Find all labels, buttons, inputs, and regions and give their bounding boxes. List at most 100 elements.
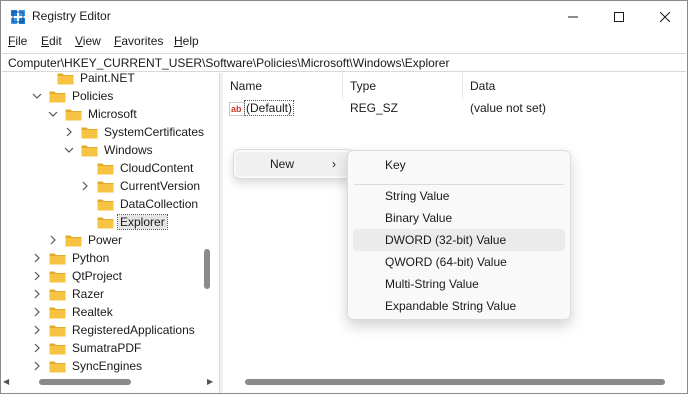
submenu-item-multi-string-value[interactable]: Multi-String Value <box>353 273 565 295</box>
close-button[interactable] <box>642 1 687 32</box>
menu-favorites[interactable]: Favorites <box>114 34 163 48</box>
tree-item-razer[interactable]: Razer <box>31 285 106 303</box>
list-horizontal-scrollbar[interactable] <box>223 373 687 389</box>
tree-item-realtek[interactable]: Realtek <box>31 303 115 321</box>
menu-item-new[interactable]: New › <box>236 152 348 176</box>
submenu-item-label: DWORD (32-bit) Value <box>385 233 507 247</box>
chevron-down-icon[interactable] <box>31 90 43 102</box>
menu-file[interactable]: File <box>8 34 27 48</box>
tree-item-label: Policies <box>72 89 114 103</box>
tree-item-datacollection[interactable]: DataCollection <box>79 195 200 213</box>
submenu-item-label: String Value <box>385 189 450 203</box>
tree-item-python[interactable]: Python <box>31 249 111 267</box>
tree-item-label: RegisteredApplications <box>72 323 195 337</box>
tree-item-qtproject[interactable]: QtProject <box>31 267 124 285</box>
address-bar[interactable]: Computer\HKEY_CURRENT_USER\Software\Poli… <box>2 53 686 72</box>
tree-spacer <box>39 73 51 84</box>
chevron-right-icon[interactable] <box>31 288 43 300</box>
chevron-right-icon[interactable] <box>31 252 43 264</box>
folder-icon <box>49 253 66 264</box>
menu-view[interactable]: View <box>75 34 101 48</box>
tree-item-paint-net[interactable]: Paint.NET <box>39 73 137 87</box>
tree-item-label: QtProject <box>72 269 123 283</box>
registry-app-icon <box>11 10 25 24</box>
maximize-button[interactable] <box>596 1 642 32</box>
tree-item-sumatrapdf[interactable]: SumatraPDF <box>31 339 143 357</box>
close-icon <box>660 11 670 22</box>
tree-item-currentversion[interactable]: CurrentVersion <box>79 177 202 195</box>
submenu-item-label: Binary Value <box>385 211 453 225</box>
minimize-button[interactable] <box>550 1 596 32</box>
tree-item-label: Windows <box>104 143 153 157</box>
chevron-right-icon[interactable] <box>31 360 43 372</box>
new-submenu: Key String Value Binary Value DWORD (32-bi… <box>347 150 571 320</box>
tree-item-label: CloudContent <box>120 161 194 175</box>
chevron-right-icon[interactable] <box>47 234 59 246</box>
chevron-right-icon[interactable] <box>63 126 75 138</box>
folder-icon <box>81 127 98 138</box>
tree-item-power[interactable]: Power <box>47 231 124 249</box>
menu-edit[interactable]: Edit <box>41 34 62 48</box>
folder-icon <box>65 235 82 246</box>
submenu-item-qword-64-bit-value[interactable]: QWORD (64-bit) Value <box>353 251 565 273</box>
chevron-down-icon[interactable] <box>47 108 59 120</box>
tree-item-registeredapplications[interactable]: RegisteredApplications <box>31 321 197 339</box>
tree-item-label: Power <box>88 233 123 247</box>
chevron-right-icon[interactable] <box>31 270 43 282</box>
folder-icon <box>97 163 114 174</box>
menu-bar: File Edit View Favorites Help <box>1 32 687 52</box>
folder-icon <box>49 91 66 102</box>
tree-item-microsoft[interactable]: Microsoft <box>47 105 139 123</box>
folder-icon <box>65 109 82 120</box>
tree-spacer <box>79 162 91 174</box>
list-horizontal-scroll-thumb[interactable] <box>245 379 665 385</box>
chevron-right-icon[interactable] <box>31 324 43 336</box>
context-menu: New › <box>233 149 353 179</box>
tree-item-label: Paint.NET <box>80 73 135 85</box>
value-data: (value not set) <box>470 101 547 115</box>
submenu-item-expandable-string-value[interactable]: Expandable String Value <box>353 295 565 317</box>
tree-vertical-scrollbar[interactable] <box>203 73 211 369</box>
scroll-left-icon[interactable]: ◀ <box>3 377 9 386</box>
chevron-right-icon[interactable] <box>31 306 43 318</box>
tree-vertical-scroll-thumb[interactable] <box>204 249 210 289</box>
maximize-icon <box>614 11 624 22</box>
folder-icon <box>49 325 66 336</box>
menu-help[interactable]: Help <box>174 34 199 48</box>
scroll-right-icon[interactable]: ▶ <box>207 377 213 386</box>
tree-item-cloudcontent[interactable]: CloudContent <box>79 159 195 177</box>
tree-item-policies[interactable]: Policies <box>31 87 115 105</box>
folder-icon <box>97 217 114 228</box>
column-header-type[interactable]: Type <box>343 73 463 99</box>
value-row-default[interactable]: ab (Default) REG_SZ (value not set) <box>223 99 687 119</box>
tree-item-label: SystemCertificates <box>104 125 205 139</box>
column-header-name[interactable]: Name <box>223 73 343 99</box>
submenu-item-string-value[interactable]: String Value <box>353 185 565 207</box>
chevron-right-icon[interactable] <box>31 342 43 354</box>
tree-item-label: Razer <box>72 287 105 301</box>
tree-spacer <box>79 198 91 210</box>
submenu-item-dword-32-bit-value[interactable]: DWORD (32-bit) Value <box>353 229 565 251</box>
tree-horizontal-scrollbar[interactable]: ◀ ▶ <box>1 373 219 389</box>
folder-icon <box>97 181 114 192</box>
submenu-item-key[interactable]: Key <box>353 154 565 176</box>
chevron-down-icon[interactable] <box>63 144 75 156</box>
menu-item-new-label: New <box>270 157 295 171</box>
chevron-right-icon[interactable] <box>79 180 91 192</box>
title-bar: Registry Editor <box>1 1 687 32</box>
submenu-item-label: Expandable String Value <box>385 299 517 313</box>
value-name: (Default) <box>243 100 295 116</box>
submenu-item-label: Multi-String Value <box>385 277 479 291</box>
tree-item-label: Microsoft <box>88 107 137 121</box>
column-header-data[interactable]: Data <box>463 73 687 99</box>
tree-spacer <box>79 216 91 228</box>
folder-icon <box>57 73 74 84</box>
folder-icon <box>49 343 66 354</box>
tree-item-explorer[interactable]: Explorer <box>79 213 168 231</box>
registry-editor-window: Registry Editor File Edit View Favorites… <box>0 0 688 394</box>
submenu-item-binary-value[interactable]: Binary Value <box>353 207 565 229</box>
tree-horizontal-scroll-thumb[interactable] <box>39 379 131 385</box>
tree-item-windows[interactable]: Windows <box>63 141 155 159</box>
tree-item-systemcertificates[interactable]: SystemCertificates <box>63 123 206 141</box>
key-tree-pane[interactable]: Paint.NET Policies Microsoft SystemCertific… <box>1 73 219 393</box>
